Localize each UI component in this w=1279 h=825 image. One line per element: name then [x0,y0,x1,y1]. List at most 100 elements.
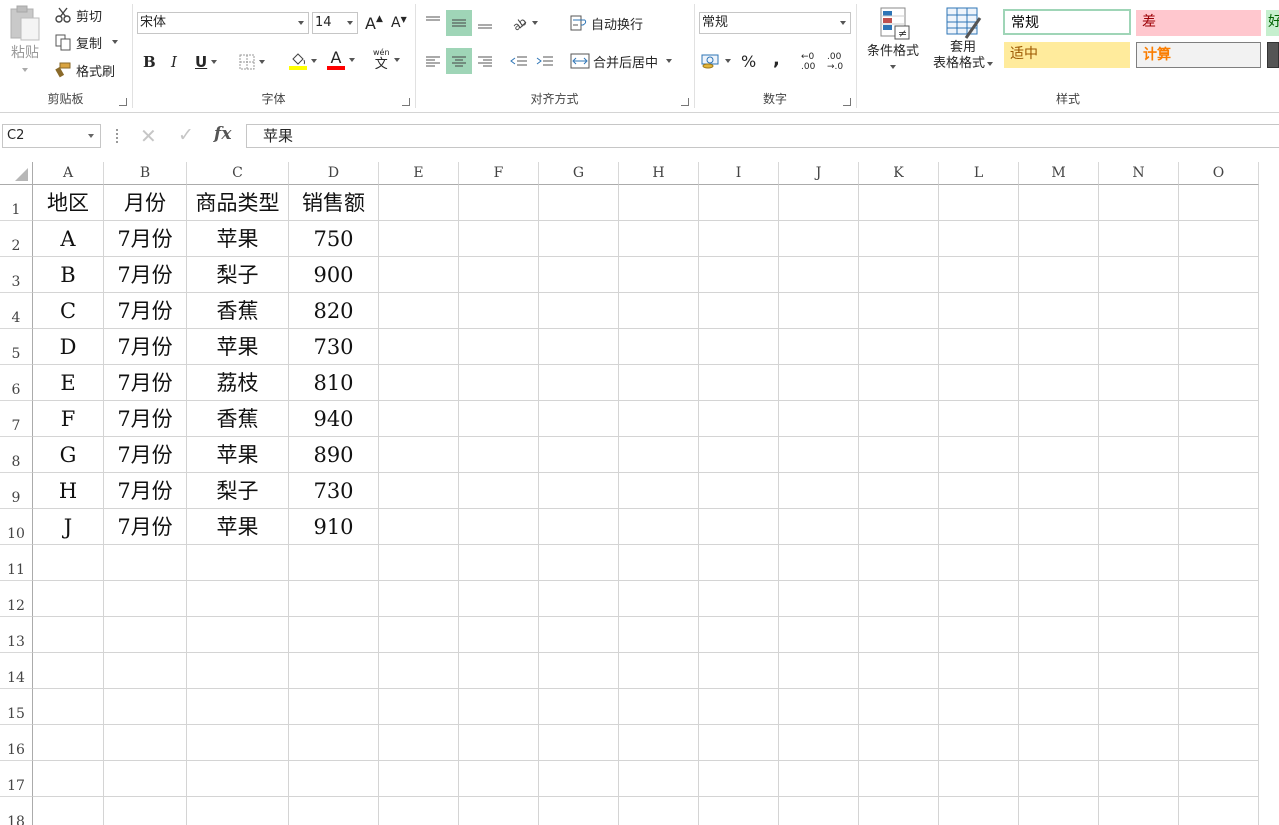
grow-font-button[interactable]: A ▲ [365,13,383,33]
cell-F11[interactable] [459,545,539,581]
cell-E8[interactable] [379,437,459,473]
cell-I14[interactable] [699,653,779,689]
cell-L16[interactable] [939,725,1019,761]
cell-D12[interactable] [289,581,379,617]
cell-F2[interactable] [459,221,539,257]
cell-D7[interactable]: 940 [289,401,379,437]
cell-C16[interactable] [187,725,289,761]
column-header-A[interactable]: A [33,162,104,185]
cell-O15[interactable] [1179,689,1259,725]
column-header-I[interactable]: I [699,162,779,185]
cell-K9[interactable] [859,473,939,509]
cell-H6[interactable] [619,365,699,401]
cell-C7[interactable]: 香蕉 [187,401,289,437]
cell-K16[interactable] [859,725,939,761]
cell-G2[interactable] [539,221,619,257]
cell-B15[interactable] [104,689,187,725]
accounting-format-button[interactable] [701,50,731,72]
font-color-dropdown-icon[interactable] [349,58,355,62]
cell-N2[interactable] [1099,221,1179,257]
cell-G10[interactable] [539,509,619,545]
cell-G11[interactable] [539,545,619,581]
cell-G1[interactable] [539,185,619,221]
row-header-3[interactable]: 3 [0,257,33,293]
cell-K3[interactable] [859,257,939,293]
cell-I4[interactable] [699,293,779,329]
cell-A8[interactable]: G [33,437,104,473]
paste-dropdown-icon[interactable] [22,68,28,72]
cell-G5[interactable] [539,329,619,365]
cell-L3[interactable] [939,257,1019,293]
cell-N1[interactable] [1099,185,1179,221]
cell-I2[interactable] [699,221,779,257]
cell-D6[interactable]: 810 [289,365,379,401]
align-middle-button[interactable] [446,10,472,36]
cell-K2[interactable] [859,221,939,257]
cell-H8[interactable] [619,437,699,473]
cell-M15[interactable] [1019,689,1099,725]
cell-C5[interactable]: 苹果 [187,329,289,365]
cell-H15[interactable] [619,689,699,725]
cell-G6[interactable] [539,365,619,401]
cell-F5[interactable] [459,329,539,365]
cell-A16[interactable] [33,725,104,761]
cell-C4[interactable]: 香蕉 [187,293,289,329]
merge-center-dropdown-icon[interactable] [666,59,673,63]
cell-E12[interactable] [379,581,459,617]
row-header-5[interactable]: 5 [0,329,33,365]
cell-E16[interactable] [379,725,459,761]
copy-button[interactable]: 复制 [54,32,119,52]
cell-J15[interactable] [779,689,859,725]
cell-E9[interactable] [379,473,459,509]
cell-K7[interactable] [859,401,939,437]
column-header-F[interactable]: F [459,162,539,185]
increase-indent-button[interactable] [536,50,554,72]
cell-O17[interactable] [1179,761,1259,797]
cell-M1[interactable] [1019,185,1099,221]
cell-J10[interactable] [779,509,859,545]
cell-J5[interactable] [779,329,859,365]
cell-E13[interactable] [379,617,459,653]
column-header-J[interactable]: J [779,162,859,185]
cell-J13[interactable] [779,617,859,653]
cell-L1[interactable] [939,185,1019,221]
cell-G3[interactable] [539,257,619,293]
cell-A11[interactable] [33,545,104,581]
cell-D8[interactable]: 890 [289,437,379,473]
cell-L8[interactable] [939,437,1019,473]
cell-D18[interactable] [289,797,379,825]
underline-button[interactable]: U [195,52,218,72]
style-bad[interactable]: 差 [1136,10,1261,36]
cell-B2[interactable]: 7月份 [104,221,187,257]
decrease-decimal-button[interactable]: .00 →.0 [827,50,843,74]
align-left-button[interactable] [422,48,444,74]
cell-I1[interactable] [699,185,779,221]
cell-E7[interactable] [379,401,459,437]
column-header-E[interactable]: E [379,162,459,185]
cell-J1[interactable] [779,185,859,221]
cell-G14[interactable] [539,653,619,689]
cell-C17[interactable] [187,761,289,797]
cell-J12[interactable] [779,581,859,617]
row-header-8[interactable]: 8 [0,437,33,473]
italic-button[interactable]: I [171,52,177,72]
cell-I6[interactable] [699,365,779,401]
cell-E2[interactable] [379,221,459,257]
cell-M9[interactable] [1019,473,1099,509]
decrease-indent-button[interactable] [510,50,528,72]
cell-A1[interactable]: 地区 [33,185,104,221]
cell-E11[interactable] [379,545,459,581]
cell-G13[interactable] [539,617,619,653]
clipboard-launcher-icon[interactable] [119,98,127,106]
cell-M8[interactable] [1019,437,1099,473]
row-header-9[interactable]: 9 [0,473,33,509]
cell-O14[interactable] [1179,653,1259,689]
cell-G17[interactable] [539,761,619,797]
orientation-button[interactable]: ab [510,12,538,34]
insert-function-icon[interactable]: fx [214,124,231,144]
cell-M7[interactable] [1019,401,1099,437]
row-header-18[interactable]: 18 [0,797,33,825]
align-top-button[interactable] [422,10,444,34]
cell-E4[interactable] [379,293,459,329]
cell-E17[interactable] [379,761,459,797]
